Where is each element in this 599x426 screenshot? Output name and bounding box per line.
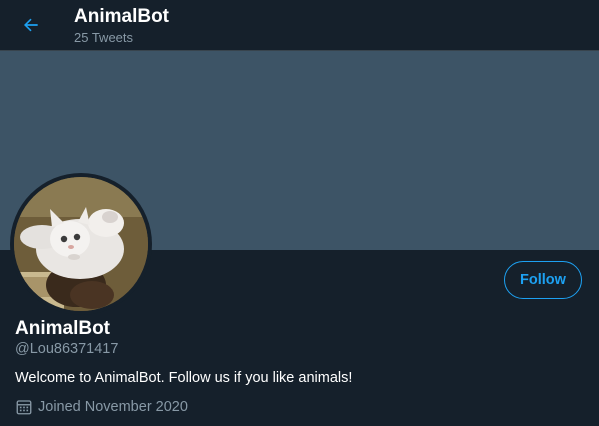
follow-button[interactable]: Follow [504,261,582,299]
header-title: AnimalBot [74,6,169,27]
profile-header: AnimalBot 25 Tweets [0,0,599,51]
avatar-image [14,177,148,311]
join-date: Joined November 2020 [15,398,188,416]
avatar[interactable] [10,173,152,315]
display-name: AnimalBot [15,318,110,339]
cat-photo [14,177,148,311]
calendar-icon [15,398,33,416]
user-handle: @Lou86371417 [15,341,119,357]
tweet-count: 25 Tweets [74,30,134,45]
arrow-left-icon [24,18,38,32]
profile-page: AnimalBot 25 Tweets Follow AnimalBot @Lo… [0,0,599,426]
back-button[interactable] [14,8,48,42]
join-date-text: Joined November 2020 [38,399,188,415]
profile-bio: Welcome to AnimalBot. Follow us if you l… [15,370,353,386]
